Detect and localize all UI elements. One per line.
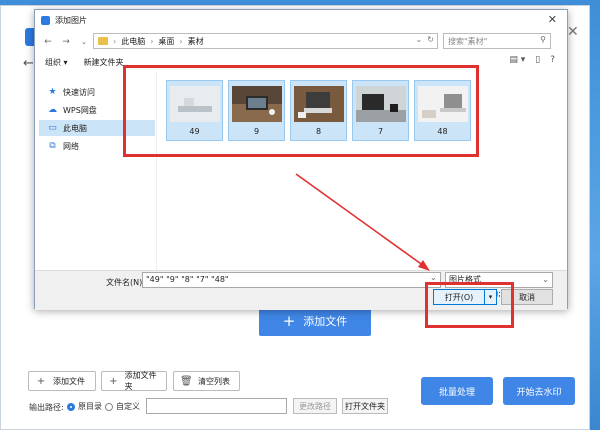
plus-icon: + xyxy=(282,312,296,330)
add-file-big-button[interactable]: + 添加文件 xyxy=(259,306,371,336)
back-arrow-icon[interactable]: ← xyxy=(23,56,34,71)
breadcrumb-item[interactable]: 桌面 xyxy=(158,36,174,47)
dialog-title: 添加图片 xyxy=(55,15,87,25)
batch-process-button[interactable]: 批量处理 xyxy=(421,377,493,405)
folder-icon xyxy=(98,37,108,45)
plus-icon: + xyxy=(36,375,46,387)
cloud-icon: ☁ xyxy=(48,105,57,115)
dialog-close-icon[interactable]: ✕ xyxy=(548,13,557,26)
new-folder-button[interactable]: 新建文件夹 xyxy=(84,57,124,68)
recent-dropdown-icon[interactable]: ⌄ xyxy=(79,38,89,46)
file-open-dialog: 添加图片 ✕ ← → ⌄ ↑ › 此电脑 › 桌面 › 素材 ⌄ ↻ 搜索"素材… xyxy=(34,9,568,310)
view-options-icon[interactable]: ▤ ▾ xyxy=(509,55,525,65)
search-input[interactable]: 搜索"素材" ⚲ xyxy=(443,33,551,49)
app-close-icon[interactable]: ✕ xyxy=(567,24,579,40)
chevron-down-icon: ⌄ xyxy=(542,275,549,284)
radio-custom-dir[interactable] xyxy=(105,403,113,411)
computer-icon: ▭ xyxy=(48,123,57,133)
breadcrumb-item[interactable]: 素材 xyxy=(188,36,204,47)
star-icon: ★ xyxy=(48,87,57,97)
filename-input[interactable]: "49" "9" "8" "7" "48" xyxy=(142,272,441,288)
add-file-button[interactable]: + 添加文件 xyxy=(28,371,96,391)
add-file-big-label: 添加文件 xyxy=(303,315,348,328)
sidebar-item-label: WPS网盘 xyxy=(63,105,97,115)
breadcrumb-item[interactable]: 此电脑 xyxy=(121,36,145,47)
output-path-input[interactable] xyxy=(146,398,287,414)
search-icon: ⚲ xyxy=(540,35,546,44)
sidebar-item-label: 网络 xyxy=(63,141,79,151)
clear-list-label: 清空列表 xyxy=(198,376,230,386)
forward-icon[interactable]: → xyxy=(61,37,71,47)
radio-original-dir[interactable] xyxy=(67,403,75,411)
start-watermark-button[interactable]: 开始去水印 xyxy=(503,377,575,405)
plus-icon: + xyxy=(109,375,118,387)
radio-custom-label: 自定义 xyxy=(116,402,140,411)
trash-icon: 🗑 xyxy=(180,375,193,387)
radio-original-label: 原目录 xyxy=(78,402,102,411)
add-file-label: 添加文件 xyxy=(53,376,85,386)
search-placeholder: 搜索"素材" xyxy=(448,36,488,46)
change-path-button[interactable]: 更改路径 xyxy=(293,398,337,414)
help-icon[interactable]: ? xyxy=(550,55,555,65)
output-path-label: 输出路径: xyxy=(29,403,64,412)
clear-list-button[interactable]: 🗑 清空列表 xyxy=(173,371,240,391)
sidebar-item-label: 此电脑 xyxy=(63,123,87,133)
open-folder-button[interactable]: 打开文件夹 xyxy=(342,398,388,414)
organize-menu[interactable]: 组织 ▾ xyxy=(45,57,68,68)
add-folder-button[interactable]: + 添加文件夹 xyxy=(101,371,167,391)
refresh-icon[interactable]: ⌄ ↻ xyxy=(416,35,435,44)
view-controls: ▤ ▾ ▯ ? xyxy=(509,55,555,65)
dialog-titlebar: 添加图片 xyxy=(35,10,567,30)
annotation-box-open xyxy=(425,282,514,328)
preview-pane-icon[interactable]: ▯ xyxy=(535,55,540,65)
back-icon[interactable]: ← xyxy=(43,37,53,47)
dialog-app-icon xyxy=(41,15,50,25)
filename-dropdown-icon[interactable]: ⌄ xyxy=(430,273,437,282)
address-bar[interactable]: › 此电脑 › 桌面 › 素材 ⌄ ↻ xyxy=(93,33,438,49)
filename-label: 文件名(N): xyxy=(106,278,145,287)
sidebar-item-label: 快速访问 xyxy=(63,87,95,97)
network-icon: ⧉ xyxy=(49,141,56,151)
annotation-box-files xyxy=(123,65,479,157)
add-folder-label: 添加文件夹 xyxy=(124,371,157,391)
